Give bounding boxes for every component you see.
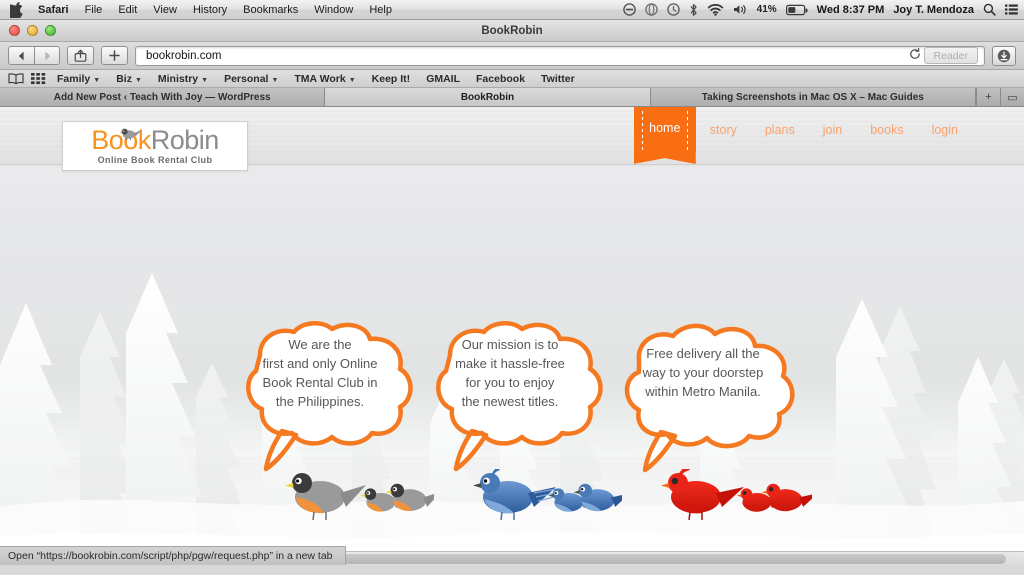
bookmark-label: TMA Work <box>294 72 346 85</box>
menu-bar-status-items: 41% Wed 8:37 PM Joy T. Mendoza <box>622 0 1024 20</box>
bookmark-facebook[interactable]: Facebook <box>469 70 532 88</box>
top-sites-icon[interactable] <box>28 73 48 84</box>
bookmark-family[interactable]: Family ▼ <box>50 70 107 88</box>
web-page-content: BookRobin Online Book Rental Club home s… <box>0 107 1024 565</box>
show-all-bookmarks-icon[interactable] <box>6 73 26 84</box>
site-navigation: home story plans join books login <box>633 107 972 165</box>
cardinal-birds-group <box>660 467 819 526</box>
spotlight-search-icon[interactable] <box>983 3 996 16</box>
speech-bubble-3: Free delivery all the way to your doorst… <box>603 322 803 474</box>
window-title-bar: BookRobin <box>0 20 1024 42</box>
browser-toolbar: bookrobin.com Reader <box>0 42 1024 70</box>
mac-menu-bar: Safari File Edit View History Bookmarks … <box>0 0 1024 20</box>
logo-tagline: Online Book Rental Club <box>97 155 213 165</box>
forward-button[interactable] <box>34 46 60 65</box>
apple-logo-icon[interactable] <box>10 1 24 18</box>
bookmark-tma-work[interactable]: TMA Work ▼ <box>287 70 362 88</box>
chevron-down-icon: ▼ <box>348 76 356 84</box>
chevron-down-icon: ▼ <box>134 76 142 84</box>
time-machine-icon[interactable] <box>666 3 680 16</box>
menu-item-window[interactable]: Window <box>306 0 361 20</box>
speech-bubble-1: We are the first and only Online Book Re… <box>222 319 418 474</box>
downloads-button[interactable] <box>992 45 1016 66</box>
battery-icon[interactable] <box>785 4 808 16</box>
bookmark-personal[interactable]: Personal ▼ <box>217 70 285 88</box>
new-tab-button-right[interactable]: + <box>975 88 1000 106</box>
ribbon-dash-left <box>641 111 643 150</box>
nav-item-plans[interactable]: plans <box>751 107 809 152</box>
menu-item-safari[interactable]: Safari <box>30 0 77 20</box>
site-logo[interactable]: BookRobin Online Book Rental Club <box>62 121 248 171</box>
menu-item-help[interactable]: Help <box>361 0 400 20</box>
bookmark-label: Biz <box>116 72 132 85</box>
speech-bubble-2: Our mission is to make it hassle-free fo… <box>412 319 608 474</box>
reader-button[interactable]: Reader <box>923 47 978 64</box>
nav-item-story[interactable]: story <box>696 107 751 152</box>
bookmark-gmail[interactable]: GMAIL <box>419 70 467 88</box>
dropbox-icon[interactable] <box>622 3 636 16</box>
reload-icon[interactable] <box>906 47 924 63</box>
user-name-label[interactable]: Joy T. Mendoza <box>893 4 974 16</box>
speech-bubble-1-text: We are the first and only Online Book Re… <box>262 337 378 409</box>
robin-bird-icon <box>119 118 142 145</box>
menu-item-view[interactable]: View <box>145 0 185 20</box>
nav-button-group <box>8 46 60 65</box>
logo-wordmark: BookRobin <box>91 127 219 154</box>
bookmarks-bar: Family ▼ Biz ▼ Ministry ▼ Personal ▼ TMA Wor… <box>0 70 1024 88</box>
address-bar[interactable]: bookrobin.com Reader <box>135 45 985 66</box>
tab-bookrobin[interactable]: BookRobin <box>325 88 651 106</box>
tab-mac-guides[interactable]: Taking Screenshots in Mac OS X – Mac Gui… <box>650 88 976 106</box>
back-button[interactable] <box>8 46 34 65</box>
chevron-down-icon: ▼ <box>201 76 209 84</box>
minimize-button[interactable] <box>27 25 38 36</box>
bookmark-label: Personal <box>224 72 269 85</box>
url-text[interactable]: bookrobin.com <box>136 50 906 62</box>
speech-bubble-2-text: Our mission is to make it hassle-free fo… <box>455 337 565 409</box>
nav-item-join[interactable]: join <box>809 107 856 152</box>
tab-bar: Add New Post ‹ Teach With Joy — WordPres… <box>0 88 1024 107</box>
bookmark-ministry[interactable]: Ministry ▼ <box>151 70 215 88</box>
speech-bubble-3-text: Free delivery all the way to your doorst… <box>642 346 764 399</box>
notification-center-icon[interactable] <box>1005 3 1018 16</box>
logo-robin-text: Robin <box>150 125 220 155</box>
crashplan-icon[interactable] <box>644 3 658 16</box>
close-button[interactable] <box>9 25 20 36</box>
show-all-tabs-button[interactable]: ▭ <box>999 88 1024 106</box>
bookmark-label: Family <box>57 72 91 85</box>
menu-item-edit[interactable]: Edit <box>110 0 145 20</box>
menu-bar-items: Safari File Edit View History Bookmarks … <box>0 0 400 20</box>
wifi-icon[interactable] <box>707 3 724 16</box>
screen: Safari File Edit View History Bookmarks … <box>0 0 1024 575</box>
tab-wordpress[interactable]: Add New Post ‹ Teach With Joy — WordPres… <box>0 88 326 106</box>
share-button[interactable] <box>67 46 94 65</box>
bookmark-keep-it[interactable]: Keep It! <box>365 70 418 88</box>
window-controls <box>0 25 56 36</box>
clock-label[interactable]: Wed 8:37 PM <box>817 4 885 16</box>
status-bar-message: Open “https://bookrobin.com/script/php/p… <box>0 546 346 565</box>
ribbon-dash-right <box>686 111 688 150</box>
nav-item-home[interactable]: home <box>633 107 696 152</box>
new-tab-button[interactable] <box>101 46 128 65</box>
bookmark-twitter[interactable]: Twitter <box>534 70 582 88</box>
menu-item-file[interactable]: File <box>77 0 111 20</box>
volume-icon[interactable] <box>733 3 748 16</box>
window-title: BookRobin <box>481 24 543 37</box>
chevron-down-icon: ▼ <box>271 76 279 84</box>
menu-item-bookmarks[interactable]: Bookmarks <box>235 0 306 20</box>
safari-window: BookRobin bookrobin.com Reader Family ▼ … <box>0 20 1024 575</box>
nav-item-books[interactable]: books <box>856 107 917 152</box>
bookmark-label: Ministry <box>157 72 199 85</box>
bluejay-birds-group <box>472 468 631 526</box>
robin-birds-group <box>284 469 441 526</box>
zoom-button[interactable] <box>45 25 56 36</box>
battery-percent-label: 41% <box>756 4 777 15</box>
nav-item-login[interactable]: login <box>918 107 972 152</box>
chevron-down-icon: ▼ <box>93 76 101 84</box>
bluetooth-icon[interactable] <box>689 3 698 17</box>
bookmark-biz[interactable]: Biz ▼ <box>109 70 149 88</box>
nav-home-label: home <box>649 120 681 135</box>
menu-item-history[interactable]: History <box>185 0 235 20</box>
